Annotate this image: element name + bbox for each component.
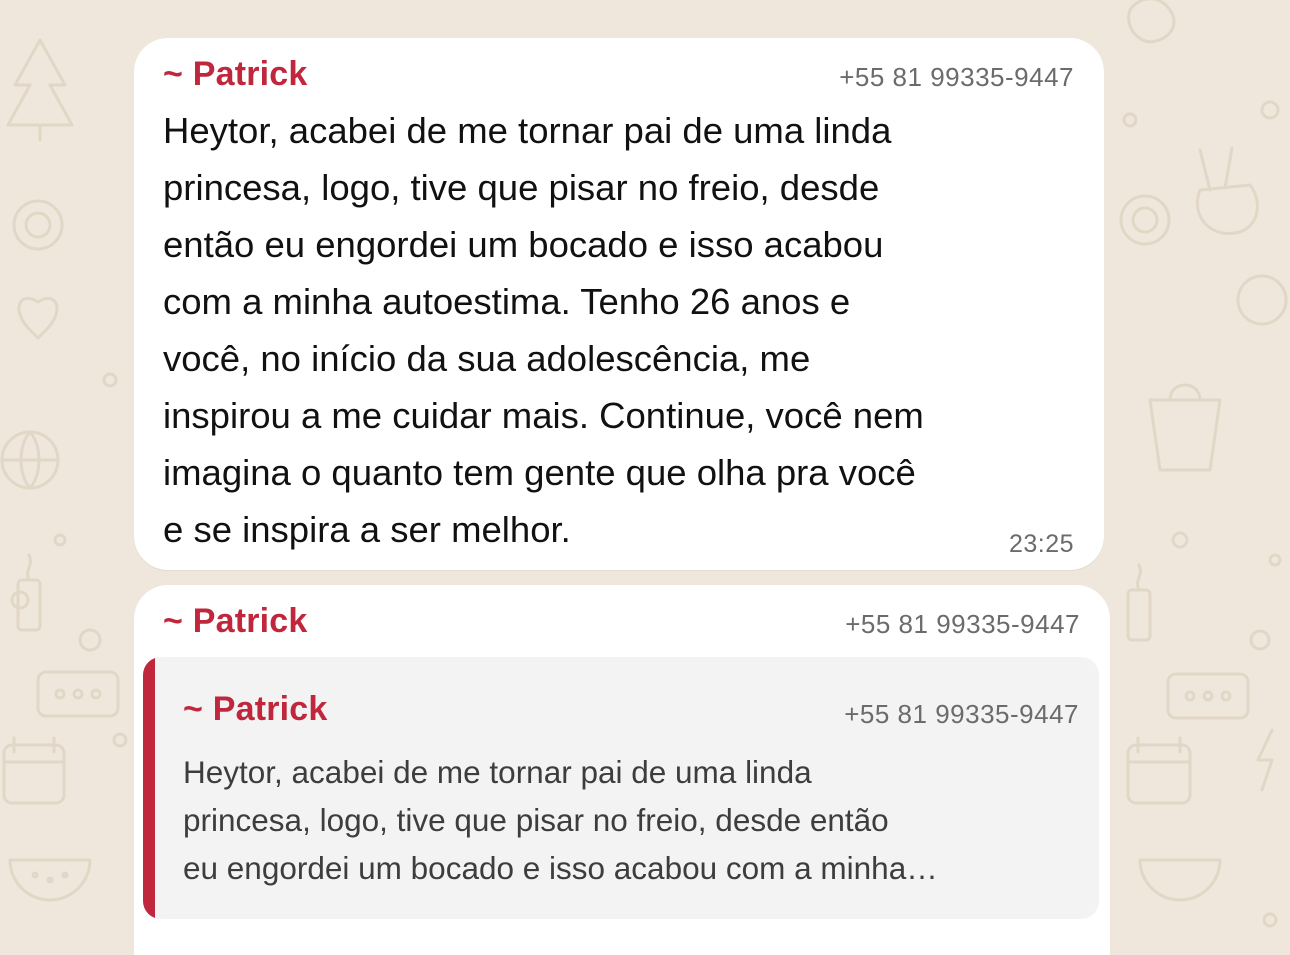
sender-phone[interactable]: +55 81 99335-9447 bbox=[845, 609, 1080, 640]
watermelon-doodle-icon-2 bbox=[1138, 858, 1222, 902]
calendar-doodle-icon bbox=[2, 736, 66, 805]
quoted-message[interactable]: ~ Patrick +55 81 99335-9447 Heytor, acab… bbox=[143, 657, 1099, 919]
quoted-sender-phone: +55 81 99335-9447 bbox=[844, 699, 1079, 729]
message-bubble-reply[interactable]: ~ Patrick +55 81 99335-9447 ~ Patrick +5… bbox=[134, 585, 1110, 955]
message-text: Heytor, acabei de me tornar pai de uma l… bbox=[163, 110, 924, 550]
bag-doodle-icon bbox=[1148, 383, 1222, 472]
quoted-sender-name: ~ Patrick bbox=[183, 690, 328, 728]
sender-phone[interactable]: +55 81 99335-9447 bbox=[839, 62, 1074, 93]
message-bubble[interactable]: ~ Patrick +55 81 99335-9447 Heytor, acab… bbox=[134, 38, 1104, 570]
message-time: 23:25 bbox=[1008, 530, 1074, 558]
quoted-message-text: Heytor, acabei de me tornar pai de uma l… bbox=[183, 754, 938, 886]
target-doodle-icon-2 bbox=[1119, 194, 1171, 246]
watermelon-doodle-icon bbox=[8, 858, 92, 902]
tree-doodle-icon bbox=[6, 38, 74, 142]
hand-doodle-icon bbox=[1127, 0, 1176, 44]
sender-name[interactable]: ~ Patrick bbox=[163, 602, 308, 641]
quote-accent-bar bbox=[143, 657, 155, 919]
sender-name[interactable]: ~ Patrick bbox=[163, 55, 308, 94]
keyboard-doodle-icon bbox=[36, 670, 120, 718]
badge-doodle-icon bbox=[1236, 274, 1288, 326]
heart-doodle-icon bbox=[17, 296, 59, 340]
keyboard-doodle-icon-2 bbox=[1166, 672, 1250, 720]
calendar-doodle-icon-2 bbox=[1126, 736, 1192, 805]
globe-doodle-icon bbox=[0, 430, 60, 490]
lightning-doodle-icon bbox=[1256, 728, 1274, 792]
candle-doodle-icon-2 bbox=[1126, 563, 1152, 642]
peace-hand-doodle-icon bbox=[1195, 146, 1259, 235]
target-doodle-icon bbox=[12, 199, 64, 251]
